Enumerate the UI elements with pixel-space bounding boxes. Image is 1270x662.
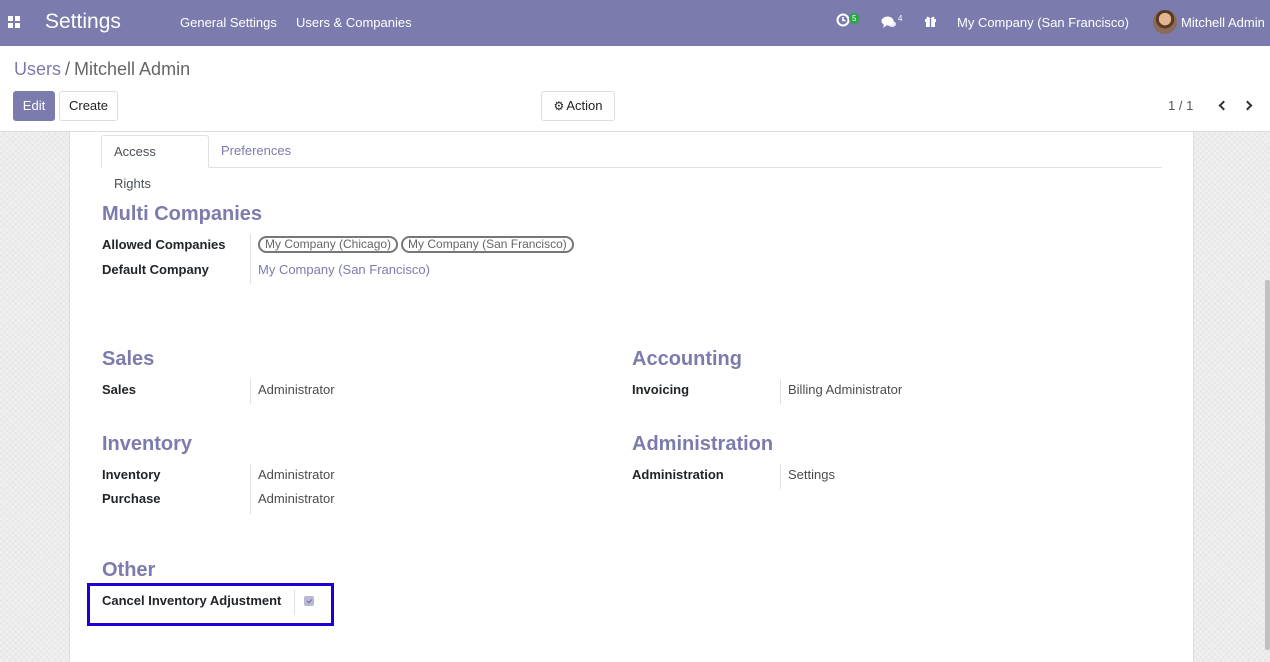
top-navbar: Settings General Settings Users & Compan… <box>0 0 1270 46</box>
apps-icon[interactable] <box>8 16 20 28</box>
sales-value: Administrator <box>258 382 335 397</box>
messages-count-badge: 4 <box>898 14 903 23</box>
group-title-accounting: Accounting <box>632 348 742 370</box>
group-title-other: Other <box>102 559 156 581</box>
purchase-label: Purchase <box>102 491 161 506</box>
administration-value: Settings <box>788 467 835 482</box>
field-separator <box>250 464 251 514</box>
scrollbar[interactable] <box>1265 280 1270 650</box>
pager-value[interactable]: 1 / 1 <box>1168 98 1193 113</box>
group-title-administration: Administration <box>632 433 774 455</box>
company-tag[interactable]: My Company (Chicago) <box>258 236 399 253</box>
activity-clock-icon[interactable] <box>836 13 850 30</box>
default-company-label: Default Company <box>102 262 209 277</box>
pager-next-button[interactable] <box>1242 96 1256 114</box>
gear-icon: ⚙ <box>553 99 565 113</box>
app-title[interactable]: Settings <box>45 10 121 34</box>
field-separator <box>250 379 251 404</box>
company-switcher[interactable]: My Company (San Francisco) <box>957 15 1129 30</box>
action-label: Action <box>566 98 603 113</box>
invoicing-value: Billing Administrator <box>788 382 903 397</box>
field-separator <box>780 379 781 404</box>
menu-general-settings[interactable]: General Settings <box>180 15 277 30</box>
control-panel: Users / Mitchell Admin Edit Create ⚙ Action… <box>0 46 1270 132</box>
sales-label: Sales <box>102 382 136 397</box>
user-menu[interactable]: Mitchell Admin <box>1181 15 1265 30</box>
default-company-link[interactable]: My Company (San Francisco) <box>258 262 430 277</box>
group-title-multi-companies: Multi Companies <box>102 203 263 225</box>
group-title-sales: Sales <box>102 348 155 370</box>
purchase-value: Administrator <box>258 491 335 506</box>
create-button[interactable]: Create <box>59 91 118 121</box>
tab-preferences[interactable]: Preferences <box>209 135 303 168</box>
chat-icon[interactable] <box>881 15 897 32</box>
breadcrumb-users[interactable]: Users <box>14 59 61 79</box>
breadcrumb-separator: / <box>65 59 71 79</box>
field-separator <box>250 234 251 284</box>
avatar[interactable] <box>1153 10 1177 34</box>
chevron-right-icon <box>1242 100 1253 110</box>
menu-users-companies[interactable]: Users & Companies <box>296 15 412 30</box>
breadcrumb: Users / Mitchell Admin <box>14 59 190 80</box>
edit-button[interactable]: Edit <box>13 91 55 121</box>
chevron-left-icon <box>1218 100 1229 110</box>
gift-icon[interactable] <box>924 14 937 31</box>
activity-count-badge: 5 <box>849 13 860 24</box>
company-tag[interactable]: My Company (San Francisco) <box>401 236 574 253</box>
allowed-companies-label: Allowed Companies <box>102 237 226 252</box>
group-title-inventory: Inventory <box>102 433 193 455</box>
administration-label: Administration <box>632 467 724 482</box>
inventory-label: Inventory <box>102 467 161 482</box>
pager-previous-button[interactable] <box>1215 96 1229 114</box>
action-button[interactable]: ⚙ Action <box>541 91 615 121</box>
tab-access-rights[interactable]: Access Rights <box>101 135 209 191</box>
invoicing-label: Invoicing <box>632 382 690 397</box>
breadcrumb-current: Mitchell Admin <box>74 59 191 79</box>
highlight-box <box>87 583 334 626</box>
field-separator <box>780 464 781 489</box>
allowed-companies-tags[interactable]: My Company (Chicago) My Company (San Fran… <box>258 236 577 253</box>
inventory-value: Administrator <box>258 467 335 482</box>
